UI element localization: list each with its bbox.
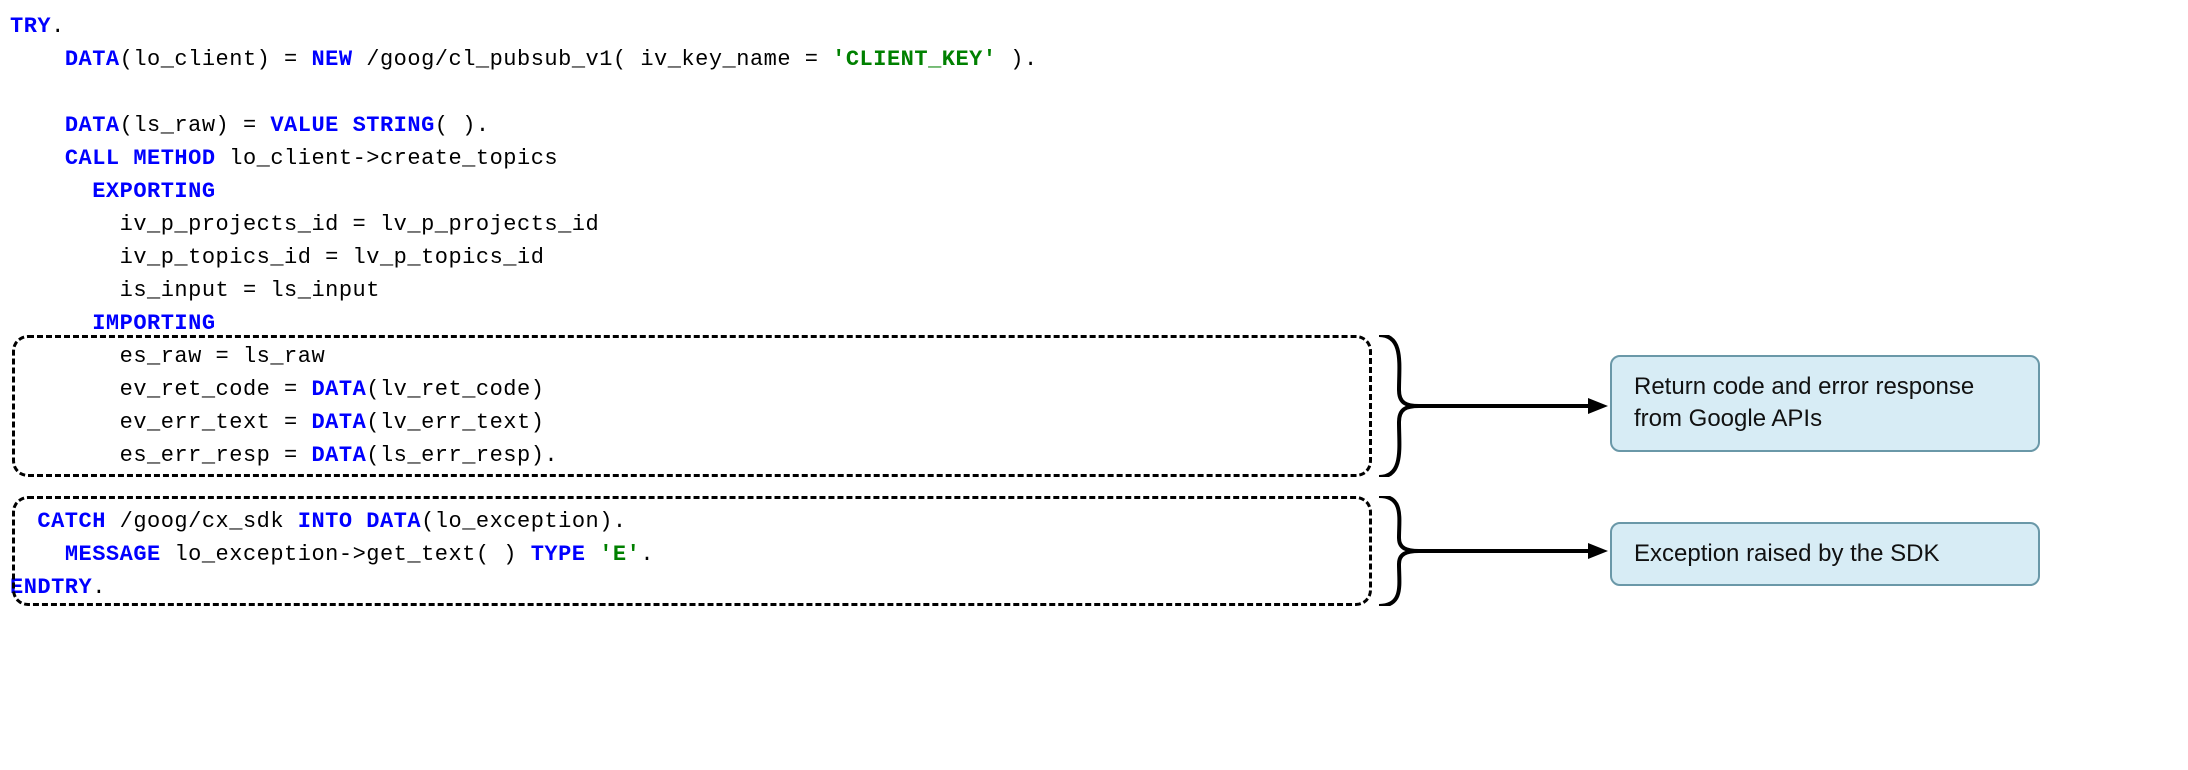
keyword-value: VALUE STRING [270,113,434,138]
code-block: TRY. DATA(lo_client) = NEW /goog/cl_pubs… [10,10,2188,604]
code-text: iv_p_projects_id = lv_p_projects_id [120,212,600,237]
code-text: /goog/cl_pubsub_v1( iv_key_name = [366,47,832,72]
string-literal: 'E' [599,542,640,567]
code-text: (lo_client) = [120,47,312,72]
keyword-data: DATA [311,443,366,468]
keyword-into-data: INTO DATA [298,509,421,534]
keyword-message: MESSAGE [65,542,175,567]
keyword-importing: IMPORTING [92,311,215,336]
code-text: lo_exception->get_text( ) [174,542,530,567]
code-line-blank [10,76,2188,109]
code-line: is_input = ls_input [10,274,2188,307]
code-text: es_err_resp = [120,443,312,468]
code-text: /goog/cx_sdk [120,509,298,534]
keyword-type: TYPE [531,542,600,567]
keyword-new: NEW [311,47,366,72]
code-text: (ls_raw) = [120,113,271,138]
keyword-endtry: ENDTRY [10,575,92,600]
code-text: iv_p_topics_id = lv_p_topics_id [120,245,545,270]
punct: . [92,575,106,600]
code-text: (lo_exception). [421,509,627,534]
keyword-call-method: CALL METHOD [65,146,229,171]
code-text: ( ). [435,113,490,138]
keyword-data: DATA [311,377,366,402]
code-text: lo_client->create_topics [229,146,558,171]
callout-text: Exception raised by the SDK [1634,540,1940,567]
code-text: ev_err_text = [120,410,312,435]
code-line: EXPORTING [10,175,2188,208]
code-line: CALL METHOD lo_client->create_topics [10,142,2188,175]
keyword-data: DATA [65,113,120,138]
code-text: es_raw = ls_raw [120,344,326,369]
keyword-data: DATA [65,47,120,72]
code-text: (ls_err_resp). [366,443,558,468]
callout-return-code: Return code and error response from Goog… [1610,355,2040,452]
callout-exception: Exception raised by the SDK [1610,522,2040,586]
code-text: ev_ret_code = [120,377,312,402]
keyword-catch: CATCH [37,509,119,534]
code-text: (lv_ret_code) [366,377,544,402]
code-text: ). [1010,47,1037,72]
code-line: DATA(lo_client) = NEW /goog/cl_pubsub_v1… [10,43,2188,76]
code-line: DATA(ls_raw) = VALUE STRING( ). [10,109,2188,142]
keyword-exporting: EXPORTING [92,179,215,204]
code-text: is_input = ls_input [120,278,380,303]
code-line: iv_p_projects_id = lv_p_projects_id [10,208,2188,241]
keyword-data: DATA [311,410,366,435]
code-line-blank [10,472,2188,505]
punct: . [51,14,65,39]
keyword-try: TRY [10,14,51,39]
code-line: IMPORTING [10,307,2188,340]
code-line: TRY. [10,10,2188,43]
code-line: iv_p_topics_id = lv_p_topics_id [10,241,2188,274]
code-text: (lv_err_text) [366,410,544,435]
string-literal: 'CLIENT_KEY' [832,47,1010,72]
callout-text: Return code and error response from Goog… [1634,373,1974,432]
code-text: . [640,542,654,567]
